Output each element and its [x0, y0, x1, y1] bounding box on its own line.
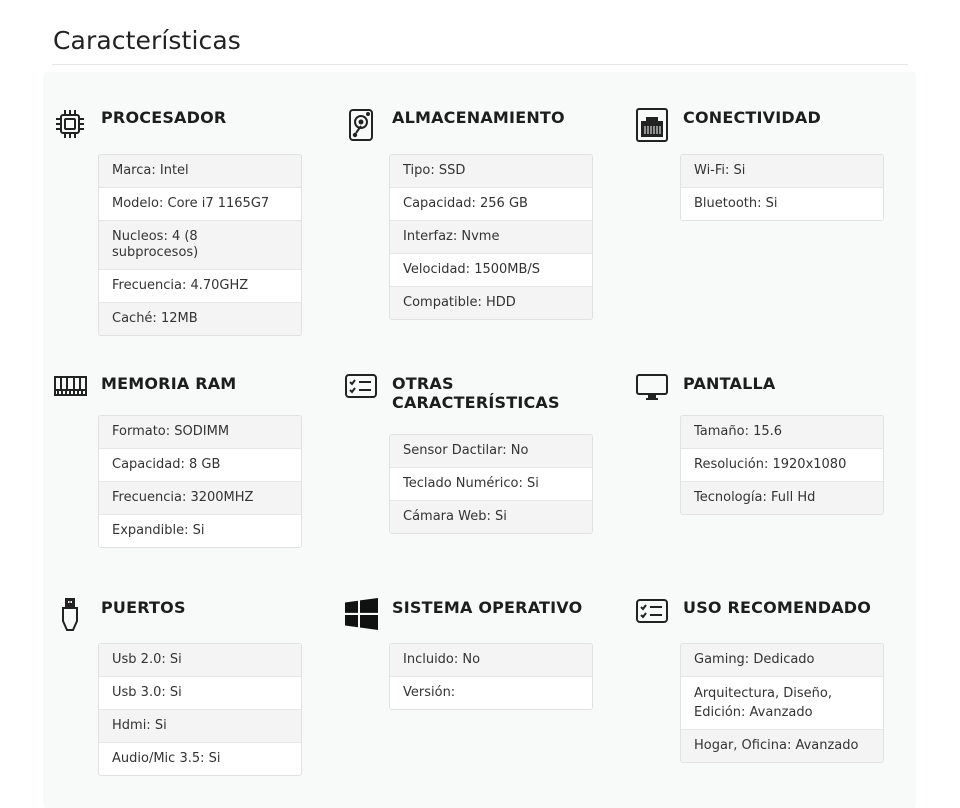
spec-table: Wi-Fi: Si Bluetooth: Si — [680, 154, 884, 221]
spec-row: Sensor Dactilar: No — [390, 435, 592, 467]
section-title: PROCESADOR — [101, 108, 227, 127]
checklist-icon — [635, 598, 669, 632]
spec-table: Tamaño: 15.6 Resolución: 1920x1080 Tecno… — [680, 415, 884, 515]
spec-row: Modelo: Core i7 1165G7 — [99, 187, 301, 220]
spec-row: Capacidad: 8 GB — [99, 448, 301, 481]
spec-table: Gaming: Dedicado Arquitectura, Diseño, E… — [680, 643, 884, 763]
spec-row: Bluetooth: Si — [681, 187, 883, 220]
section-title: PANTALLA — [683, 374, 776, 393]
section-title: USO RECOMENDADO — [683, 598, 872, 617]
spec-table: Usb 2.0: Si Usb 3.0: Si Hdmi: Si Audio/M… — [98, 643, 302, 776]
spec-row: Usb 2.0: Si — [99, 644, 301, 676]
monitor-icon — [635, 374, 669, 408]
spec-row: Tecnología: Full Hd — [681, 481, 883, 514]
spec-row: Usb 3.0: Si — [99, 676, 301, 709]
section-title: ALMACENAMIENTO — [392, 108, 565, 127]
spec-row: Gaming: Dedicado — [681, 644, 883, 676]
page-title: Características — [53, 26, 241, 55]
usb-icon — [53, 598, 87, 632]
spec-table: Tipo: SSD Capacidad: 256 GB Interfaz: Nv… — [389, 154, 593, 320]
spec-row: Audio/Mic 3.5: Si — [99, 742, 301, 775]
checklist-icon — [344, 374, 378, 408]
spec-row: Frecuencia: 3200MHZ — [99, 481, 301, 514]
spec-row: Hdmi: Si — [99, 709, 301, 742]
ethernet-port-icon — [635, 108, 669, 142]
spec-table: Marca: Intel Modelo: Core i7 1165G7 Nucl… — [98, 154, 302, 336]
spec-row: Interfaz: Nvme — [390, 220, 592, 253]
spec-row: Capacidad: 256 GB — [390, 187, 592, 220]
spec-row: Tipo: SSD — [390, 155, 592, 187]
spec-row: Velocidad: 1500MB/S — [390, 253, 592, 286]
cpu-icon — [53, 108, 87, 142]
spec-table: Sensor Dactilar: No Teclado Numérico: Si… — [389, 434, 593, 534]
spec-row: Formato: SODIMM — [99, 416, 301, 448]
spec-row: Cámara Web: Si — [390, 500, 592, 533]
spec-row: Wi-Fi: Si — [681, 155, 883, 187]
spec-row: Incluido: No — [390, 644, 592, 676]
spec-row: Arquitectura, Diseño, Edición: Avanzado — [681, 676, 883, 729]
spec-row: Hogar, Oficina: Avanzado — [681, 729, 883, 762]
title-divider — [52, 64, 908, 65]
spec-row: Teclado Numérico: Si — [390, 467, 592, 500]
section-title: SISTEMA OPERATIVO — [392, 598, 583, 617]
spec-row: Resolución: 1920x1080 — [681, 448, 883, 481]
spec-row: Caché: 12MB — [99, 302, 301, 335]
ram-icon — [53, 374, 87, 408]
spec-row: Compatible: HDD — [390, 286, 592, 319]
spec-row: Expandible: Si — [99, 514, 301, 547]
spec-table: Incluido: No Versión: — [389, 643, 593, 710]
spec-row: Nucleos: 4 (8 subprocesos) — [99, 220, 301, 269]
hard-drive-icon — [344, 108, 378, 142]
spec-row: Tamaño: 15.6 — [681, 416, 883, 448]
spec-table: Formato: SODIMM Capacidad: 8 GB Frecuenc… — [98, 415, 302, 548]
section-title: PUERTOS — [101, 598, 186, 617]
spec-row: Versión: — [390, 676, 592, 709]
spec-row: Frecuencia: 4.70GHZ — [99, 269, 301, 302]
spec-row: Marca: Intel — [99, 155, 301, 187]
section-title: CONECTIVIDAD — [683, 108, 821, 127]
windows-logo-icon — [344, 598, 378, 632]
section-title: OTRAS CARACTERÍSTICAS — [392, 374, 560, 412]
section-title: MEMORIA RAM — [101, 374, 237, 393]
